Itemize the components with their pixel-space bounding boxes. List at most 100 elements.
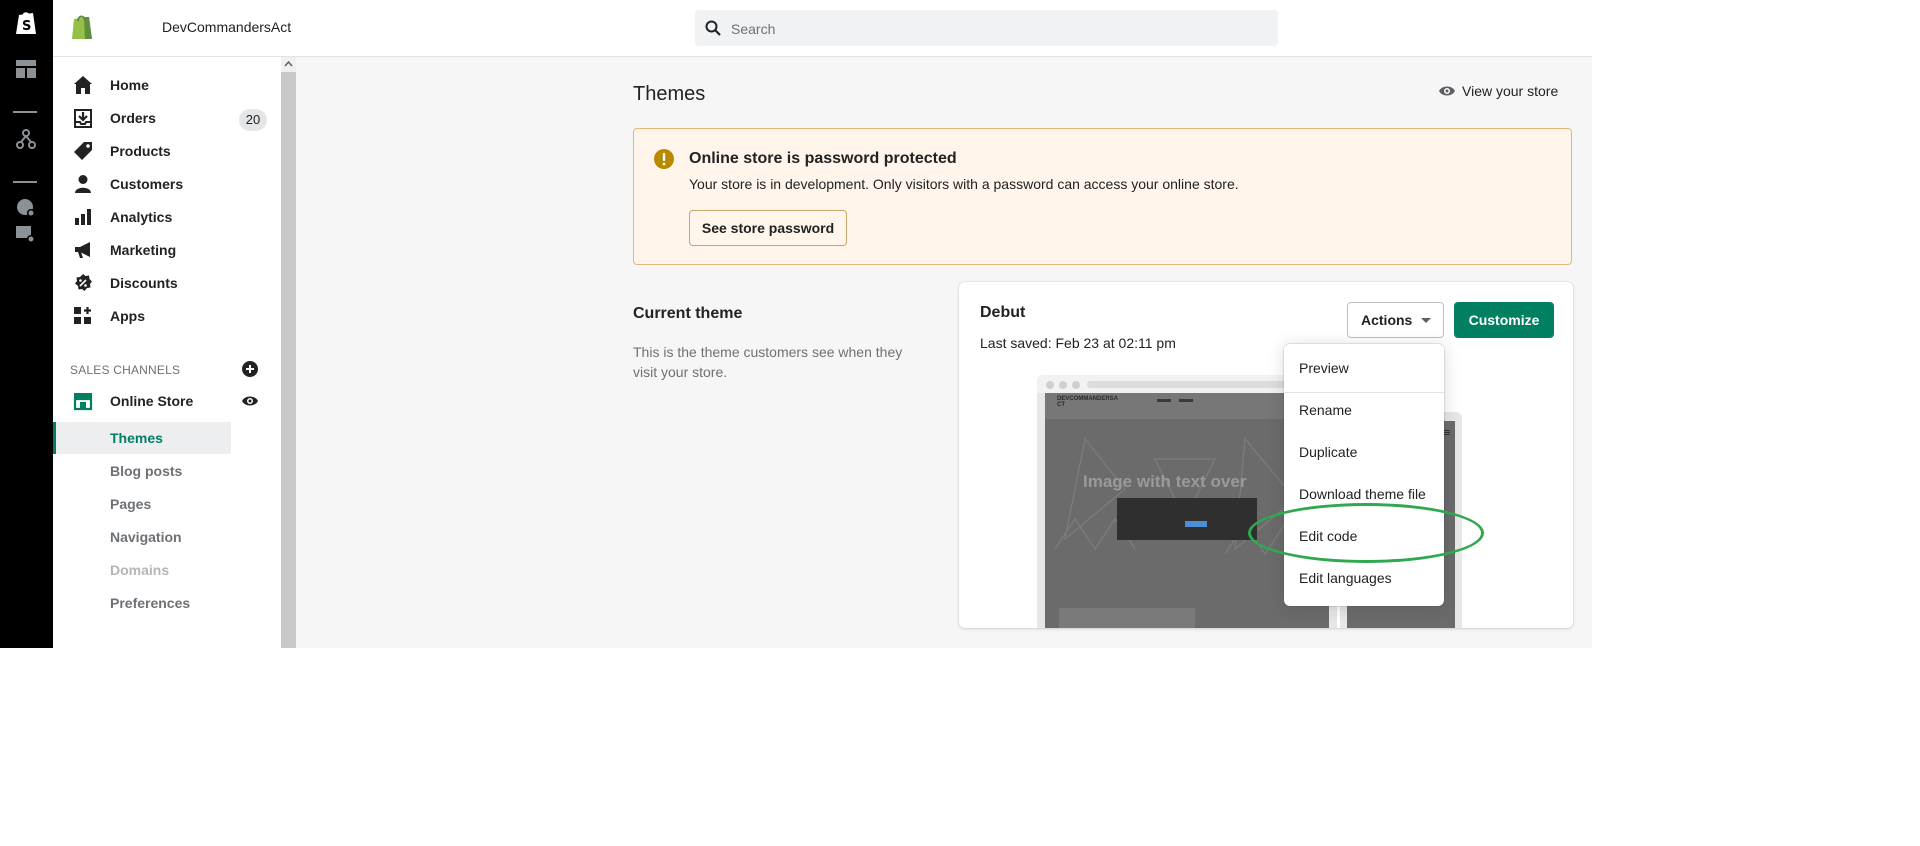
sidebar-item-marketing[interactable]: Marketing	[53, 234, 281, 266]
actions-menu: Preview Rename Duplicate Download theme …	[1284, 344, 1444, 606]
bar-chart-icon	[75, 209, 91, 225]
sidebar-subitem-label: Blog posts	[110, 463, 183, 479]
window-dot	[1046, 381, 1054, 389]
sidebar-subitem-themes[interactable]: Themes	[53, 422, 231, 454]
sidebar-subitem-label: Themes	[110, 430, 163, 446]
menu-item-edit-languages[interactable]: Edit languages	[1284, 561, 1444, 595]
orders-count-badge: 20	[239, 109, 267, 131]
add-channel-icon[interactable]	[241, 360, 259, 378]
sidebar-subitem-domains[interactable]: Domains	[53, 554, 231, 586]
store-settings-icon[interactable]	[12, 220, 40, 248]
preview-headline: Image with text over	[1083, 472, 1247, 491]
top-bar: DevCommandersAct Search	[53, 0, 1592, 57]
sidebar-item-online-store[interactable]: Online Store	[53, 385, 281, 417]
search-input[interactable]: Search	[731, 21, 775, 37]
preview-brand: DEVCOMMANDERSA CT	[1057, 396, 1118, 408]
globe-settings-icon[interactable]	[12, 194, 40, 222]
sidebar-item-discounts[interactable]: Discounts	[53, 267, 281, 299]
store-icon	[73, 393, 93, 411]
caret-down-icon	[1421, 318, 1431, 323]
sidebar-subitem-preferences[interactable]: Preferences	[53, 587, 231, 619]
sidebar-item-orders[interactable]: Orders 20	[53, 102, 281, 134]
sidebar-item-home[interactable]: Home	[53, 69, 281, 101]
preview-nav-link	[1179, 399, 1193, 402]
sidebar-item-label: Analytics	[110, 209, 173, 225]
tag-icon	[74, 142, 92, 160]
current-theme-card: Debut Last saved: Feb 23 at 02:11 pm Act…	[959, 282, 1573, 628]
eye-icon[interactable]	[241, 393, 259, 409]
sidebar-item-label: Marketing	[110, 242, 177, 258]
menu-item-rename[interactable]: Rename	[1284, 393, 1444, 427]
page-title: Themes	[633, 83, 706, 105]
rail-divider	[13, 181, 37, 183]
sidebar-item-products[interactable]: Products	[53, 135, 281, 167]
last-saved-text: Last saved: Feb 23 at 02:11 pm	[980, 335, 1176, 351]
preview-overlay-box	[1117, 498, 1257, 540]
customize-button[interactable]: Customize	[1454, 302, 1554, 338]
rail-divider	[13, 111, 37, 113]
preview-nav-link	[1157, 399, 1171, 402]
menu-item-label: Download theme file	[1299, 486, 1426, 502]
branches-icon[interactable]	[12, 125, 40, 153]
preview-overlay-button	[1185, 521, 1207, 527]
sidebar-item-label: Orders	[110, 110, 156, 126]
see-store-password-button[interactable]: See store password	[689, 210, 847, 246]
window-dot	[1059, 381, 1067, 389]
menu-item-duplicate[interactable]: Duplicate	[1284, 435, 1444, 469]
current-theme-heading: Current theme	[633, 305, 743, 322]
sidebar-item-label: Discounts	[110, 275, 178, 291]
store-name[interactable]: DevCommandersAct	[162, 19, 291, 35]
menu-item-label: Edit languages	[1299, 570, 1392, 586]
sidebar-item-customers[interactable]: Customers	[53, 168, 281, 200]
sidebar: Home Orders 20 Products Customers Analyt…	[53, 57, 281, 648]
banner-text: Your store is in development. Only visit…	[689, 176, 1239, 192]
sidebar-subitem-label: Pages	[110, 496, 152, 512]
store-logo-icon[interactable]	[70, 12, 94, 40]
password-warning-banner: Online store is password protected Your …	[633, 128, 1572, 265]
sidebar-item-label: Products	[110, 143, 171, 159]
theme-name: Debut	[980, 304, 1026, 321]
sidebar-subitem-label: Domains	[110, 562, 170, 578]
person-icon	[75, 175, 91, 193]
view-store-link[interactable]: View your store	[1438, 80, 1558, 102]
sidebar-subitem-navigation[interactable]: Navigation	[53, 521, 231, 553]
app-rail: S	[0, 0, 53, 648]
sidebar-subitem-pages[interactable]: Pages	[53, 488, 231, 520]
discount-icon	[75, 274, 92, 291]
menu-item-edit-code[interactable]: Edit code	[1284, 519, 1444, 553]
preview-footer-block	[1059, 608, 1195, 628]
shopify-admin: S DevCommandersAct Search Home Orders 20…	[0, 0, 1592, 648]
current-theme-description: This is the theme customers see when the…	[633, 344, 903, 380]
sidebar-item-label: Apps	[110, 308, 145, 324]
actions-label: Actions	[1361, 312, 1413, 328]
menu-item-label: Preview	[1299, 360, 1349, 376]
sidebar-subitem-label: Preferences	[110, 595, 191, 611]
eye-icon	[1439, 86, 1455, 96]
apps-icon	[74, 307, 91, 324]
actions-button[interactable]: Actions	[1347, 302, 1444, 338]
menu-item-label: Rename	[1299, 402, 1352, 418]
window-dot	[1072, 381, 1080, 389]
menu-item-download-theme-file[interactable]: Download theme file	[1284, 477, 1444, 511]
svg-text:S: S	[22, 19, 31, 34]
menu-item-label: Edit code	[1299, 528, 1358, 544]
menu-item-label: Duplicate	[1299, 444, 1358, 460]
sidebar-item-label: Online Store	[110, 393, 194, 409]
dashboard-icon[interactable]	[12, 55, 40, 83]
search-bar[interactable]: Search	[695, 10, 1278, 46]
sidebar-subitem-blog-posts[interactable]: Blog posts	[53, 455, 231, 487]
menu-item-preview[interactable]: Preview	[1284, 351, 1444, 385]
sidebar-item-analytics[interactable]: Analytics	[53, 201, 281, 233]
view-store-label: View your store	[1462, 83, 1559, 99]
megaphone-icon	[75, 242, 90, 258]
search-icon	[705, 20, 721, 36]
sales-channels-heading: SALES CHANNELS	[70, 363, 181, 377]
sidebar-scrollbar[interactable]	[281, 57, 296, 648]
sidebar-item-label: Customers	[110, 176, 184, 192]
shopify-logo-icon[interactable]: S	[12, 8, 40, 36]
preview-menu-icon	[1443, 430, 1450, 431]
sidebar-item-apps[interactable]: Apps	[53, 300, 281, 332]
sidebar-item-label: Home	[110, 77, 149, 93]
sidebar-subitem-label: Navigation	[110, 529, 182, 545]
scroll-up-arrow-icon[interactable]	[281, 57, 296, 72]
